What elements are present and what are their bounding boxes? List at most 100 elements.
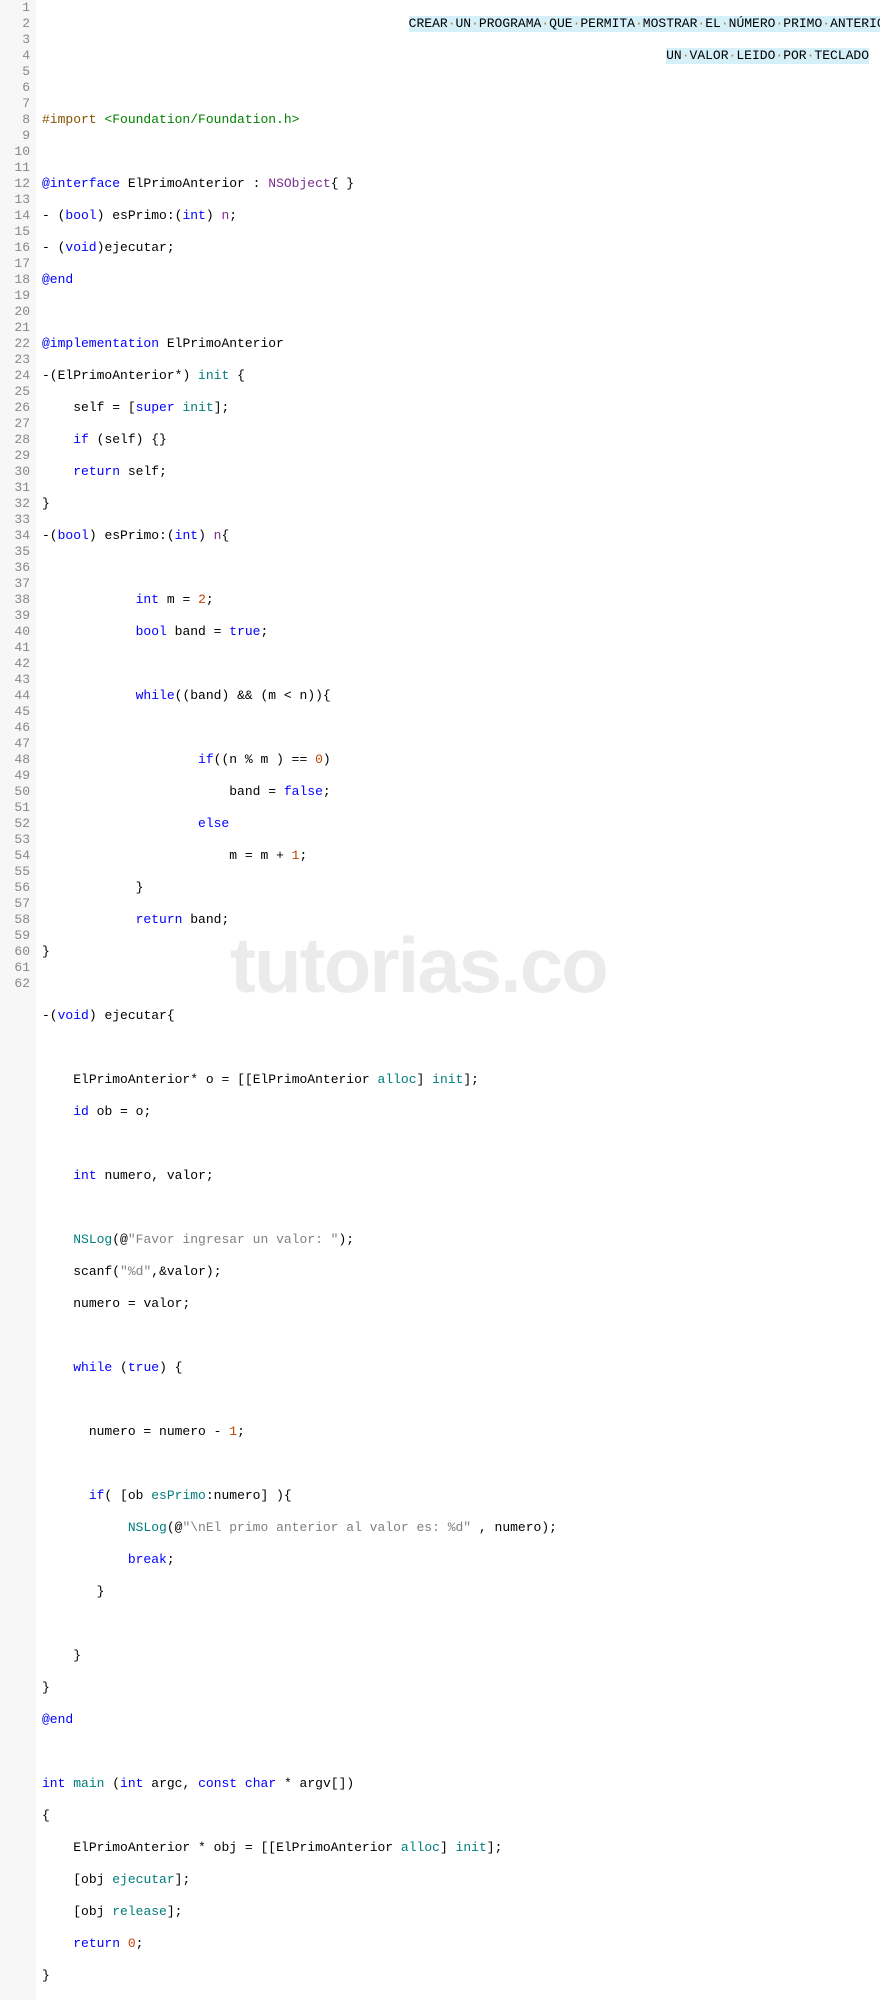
- code-line: [42, 144, 880, 160]
- code-line: if (self) {}: [42, 432, 880, 448]
- line-number: 23: [4, 352, 30, 368]
- line-number: 40: [4, 624, 30, 640]
- line-number: 13: [4, 192, 30, 208]
- code-line: -(bool) esPrimo:(int) n{: [42, 528, 880, 544]
- line-number: 57: [4, 896, 30, 912]
- code-line: [obj ejecutar];: [42, 1872, 880, 1888]
- line-number: 52: [4, 816, 30, 832]
- line-number: 27: [4, 416, 30, 432]
- code-line: - (bool) esPrimo:(int) n;: [42, 208, 880, 224]
- line-number: 62: [4, 976, 30, 992]
- code-line: [42, 656, 880, 672]
- line-number: 25: [4, 384, 30, 400]
- code-line: }: [42, 880, 880, 896]
- line-number: 55: [4, 864, 30, 880]
- line-number: 11: [4, 160, 30, 176]
- line-number: 53: [4, 832, 30, 848]
- code-line: scanf("%d",&valor);: [42, 1264, 880, 1280]
- line-number: 2: [4, 16, 30, 32]
- code-line: return 0;: [42, 1936, 880, 1952]
- code-line: [42, 304, 880, 320]
- line-number: 1: [4, 0, 30, 16]
- line-number: 43: [4, 672, 30, 688]
- code-line: [42, 720, 880, 736]
- line-number: 46: [4, 720, 30, 736]
- code-line: - (void)ejecutar;: [42, 240, 880, 256]
- line-number: 58: [4, 912, 30, 928]
- code-line: @end: [42, 1712, 880, 1728]
- line-number: 56: [4, 880, 30, 896]
- line-number: 39: [4, 608, 30, 624]
- line-number: 60: [4, 944, 30, 960]
- code-line: }: [42, 1648, 880, 1664]
- code-line: [obj release];: [42, 1904, 880, 1920]
- code-line: NSLog(@"Favor ingresar un valor: ");: [42, 1232, 880, 1248]
- code-line: CREAR·UN·PROGRAMA·QUE·PERMITA·MOSTRAR·EL…: [42, 16, 880, 32]
- code-line: [42, 560, 880, 576]
- line-number: 3: [4, 32, 30, 48]
- line-number: 21: [4, 320, 30, 336]
- code-line: [42, 1328, 880, 1344]
- code-line: @interface ElPrimoAnterior : NSObject{ }: [42, 176, 880, 192]
- line-number: 18: [4, 272, 30, 288]
- code-line: numero = numero - 1;: [42, 1424, 880, 1440]
- code-line: if( [ob esPrimo:numero] ){: [42, 1488, 880, 1504]
- code-line: }: [42, 496, 880, 512]
- line-number: 32: [4, 496, 30, 512]
- code-line: }: [42, 1584, 880, 1600]
- line-number: 20: [4, 304, 30, 320]
- code-line: int main (int argc, const char * argv[]): [42, 1776, 880, 1792]
- line-number: 42: [4, 656, 30, 672]
- line-number: 28: [4, 432, 30, 448]
- code-line: [42, 1200, 880, 1216]
- code-area[interactable]: CREAR·UN·PROGRAMA·QUE·PERMITA·MOSTRAR·EL…: [36, 0, 880, 2000]
- code-line: @implementation ElPrimoAnterior: [42, 336, 880, 352]
- line-number: 49: [4, 768, 30, 784]
- line-number: 5: [4, 64, 30, 80]
- code-line: #import <Foundation/Foundation.h>: [42, 112, 880, 128]
- code-line: ElPrimoAnterior* o = [[ElPrimoAnterior a…: [42, 1072, 880, 1088]
- line-number: 37: [4, 576, 30, 592]
- code-line: NSLog(@"\nEl primo anterior al valor es:…: [42, 1520, 880, 1536]
- line-number: 41: [4, 640, 30, 656]
- code-line: numero = valor;: [42, 1296, 880, 1312]
- line-number: 45: [4, 704, 30, 720]
- line-number: 19: [4, 288, 30, 304]
- line-number: 30: [4, 464, 30, 480]
- line-number: 4: [4, 48, 30, 64]
- code-line: int m = 2;: [42, 592, 880, 608]
- code-line: {: [42, 1808, 880, 1824]
- line-number: 36: [4, 560, 30, 576]
- code-line: -(void) ejecutar{: [42, 1008, 880, 1024]
- line-number: 14: [4, 208, 30, 224]
- line-number: 9: [4, 128, 30, 144]
- code-line: [42, 1136, 880, 1152]
- code-line: }: [42, 1680, 880, 1696]
- line-number-gutter: 1 2 3 4 5 6 7 8 9 10 11 12 13 14 15 16 1…: [0, 0, 36, 2000]
- code-line: [42, 1616, 880, 1632]
- code-line: UN·VALOR·LEIDO·POR·TECLADO: [42, 48, 880, 64]
- code-line: else: [42, 816, 880, 832]
- code-line: @end: [42, 272, 880, 288]
- line-number: 35: [4, 544, 30, 560]
- line-number: 12: [4, 176, 30, 192]
- code-line: [42, 1744, 880, 1760]
- line-number: 38: [4, 592, 30, 608]
- code-line: [42, 1392, 880, 1408]
- line-number: 44: [4, 688, 30, 704]
- code-line: }: [42, 1968, 880, 1984]
- code-line: return self;: [42, 464, 880, 480]
- code-line: m = m + 1;: [42, 848, 880, 864]
- line-number: 51: [4, 800, 30, 816]
- code-line: -(ElPrimoAnterior*) init {: [42, 368, 880, 384]
- line-number: 31: [4, 480, 30, 496]
- line-number: 24: [4, 368, 30, 384]
- code-line: self = [super init];: [42, 400, 880, 416]
- code-line: bool band = true;: [42, 624, 880, 640]
- code-line: [42, 80, 880, 96]
- code-line: [42, 1040, 880, 1056]
- selected-comment: UN·VALOR·LEIDO·POR·TECLADO: [666, 48, 869, 64]
- selected-comment: CREAR·UN·PROGRAMA·QUE·PERMITA·MOSTRAR·EL…: [409, 16, 880, 32]
- code-line: break;: [42, 1552, 880, 1568]
- line-number: 10: [4, 144, 30, 160]
